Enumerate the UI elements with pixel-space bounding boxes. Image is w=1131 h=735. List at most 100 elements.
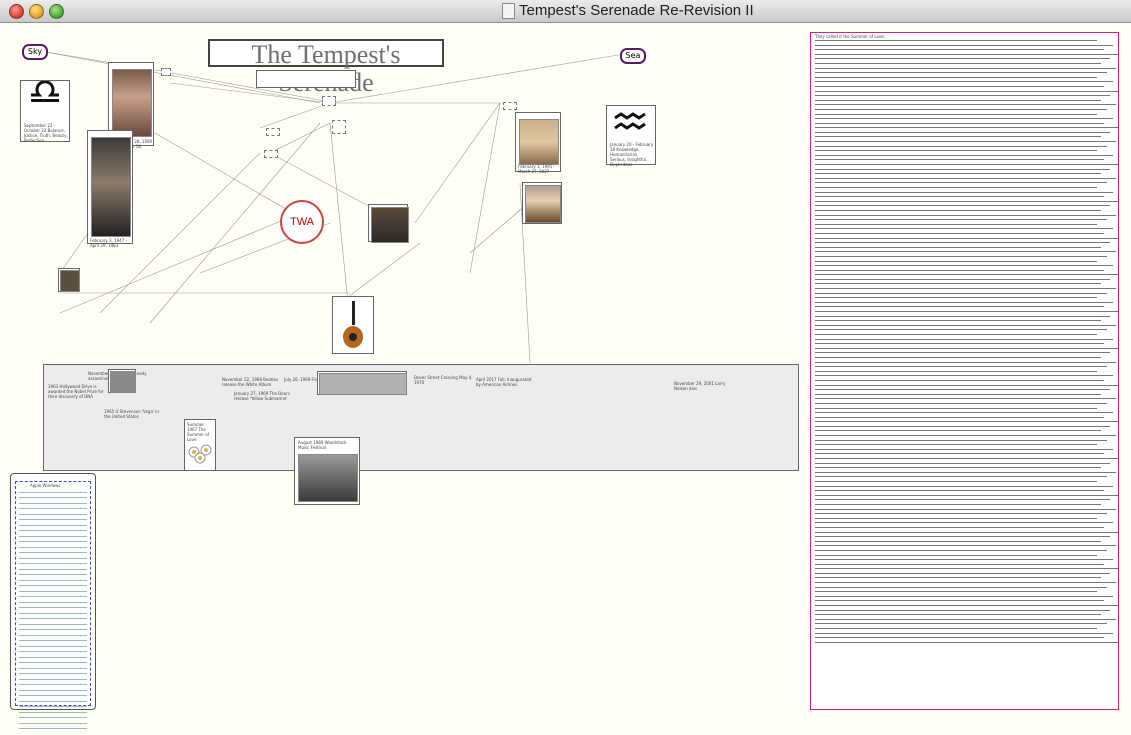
sea-oval[interactable]: Sea	[620, 48, 646, 64]
sidebar-window-item[interactable]	[19, 532, 87, 537]
guitar-card[interactable]	[332, 296, 374, 354]
musician-photo	[60, 270, 80, 292]
rockstar-photo	[525, 185, 561, 223]
sidebar-window-item[interactable]	[19, 697, 87, 702]
photo-card-rockstar[interactable]	[522, 182, 562, 224]
sidebar-window-item[interactable]	[19, 527, 87, 531]
notes-first-line: They called it the Summer of Love.	[815, 34, 886, 39]
sidebar-window-item[interactable]	[19, 505, 87, 509]
photo-caption: February 3, 1947 - April 29, 1983	[90, 238, 127, 248]
sidebar-window-item[interactable]	[19, 499, 87, 504]
photo-card-musician[interactable]	[58, 268, 80, 292]
libra-caption: September 23 - October 22 Balance, Justi…	[24, 123, 68, 143]
sidebar-window-item[interactable]	[19, 620, 87, 625]
sidebar-window-item[interactable]	[19, 653, 87, 658]
sidebar-window-item[interactable]	[19, 571, 87, 575]
sidebar-window-item[interactable]	[19, 631, 87, 636]
photo-card-woman-2[interactable]: February 3, 1995 - March 27, 2027	[515, 112, 561, 174]
sidebar-window-item[interactable]	[19, 708, 87, 713]
sidebar-window-item[interactable]	[19, 582, 87, 586]
aquarius-icon	[614, 112, 646, 130]
label-box[interactable]	[264, 150, 278, 158]
event-label: January 27, 1969 The Doors release 'Yell…	[234, 391, 290, 401]
timeline-panel[interactable]: November 22, 1963 Kennedy assassinated 1…	[43, 364, 799, 505]
notes-text-panel[interactable]: They called it the Summer of Love.	[810, 32, 1119, 710]
sidebar-window-item[interactable]	[19, 516, 87, 520]
event-card-woodstock[interactable]: August 1969 Woodstock Music Festival	[294, 437, 360, 505]
flowers-icon	[188, 444, 212, 464]
main-title[interactable]: The Tempest's Serenade	[208, 39, 444, 97]
document-icon	[502, 3, 515, 19]
info-note[interactable]	[256, 70, 356, 88]
sidebar-window-item[interactable]	[19, 664, 87, 669]
label-box[interactable]	[503, 102, 517, 110]
close-button[interactable]	[9, 4, 24, 19]
sidebar-window-item[interactable]	[19, 565, 87, 570]
sidebar-window-item[interactable]	[19, 659, 87, 663]
label-box[interactable]	[161, 68, 171, 76]
label-box[interactable]	[332, 120, 346, 134]
sidebar-window-item[interactable]	[19, 609, 87, 614]
sidebar-window-item[interactable]	[19, 549, 87, 553]
sidebar-window-item[interactable]	[19, 675, 87, 680]
sidebar-window-item[interactable]	[19, 554, 87, 559]
sidebar-window-item[interactable]	[19, 670, 87, 674]
photo-card-man[interactable]: February 3, 1947 - April 29, 1983	[87, 130, 133, 248]
label-box[interactable]	[322, 96, 336, 106]
sidebar-window-item[interactable]	[19, 703, 87, 707]
sidebar-window-item[interactable]	[19, 686, 87, 691]
sidebar-title: Apple Windows	[30, 483, 61, 488]
sidebar-window-item[interactable]	[19, 494, 87, 498]
sidebar-window-item[interactable]	[19, 604, 87, 608]
sidebar-window-item[interactable]	[19, 615, 87, 619]
sidebar-window-item[interactable]	[19, 598, 87, 603]
photo-card-car[interactable]	[368, 204, 409, 243]
sidebar-window-item[interactable]	[19, 538, 87, 542]
event-photo[interactable]	[108, 369, 136, 393]
sidebar-window-item[interactable]	[19, 637, 87, 641]
event-label: April 2017 Fall, Inaugurated by American…	[476, 377, 532, 387]
event-photo[interactable]	[317, 371, 407, 395]
sidebar-window-item[interactable]	[19, 560, 87, 564]
sidebar-window-item[interactable]	[19, 521, 87, 526]
event-label: Summer 1967 The Summer of Love	[187, 422, 210, 442]
sidebar-window-item[interactable]	[19, 714, 87, 718]
minimize-button[interactable]	[29, 4, 44, 19]
sidebar-window-item[interactable]	[19, 488, 87, 493]
sidebar-window-item[interactable]	[19, 626, 87, 630]
sidebar-window-item[interactable]	[19, 576, 87, 581]
app-window: Tempest's Serenade Re-Revision II The Te…	[0, 0, 1131, 735]
sidebar-window-item[interactable]	[19, 642, 87, 647]
title-bar: Tempest's Serenade Re-Revision II	[0, 0, 1131, 23]
sidebar-window-item[interactable]	[19, 692, 87, 696]
sidebar-window-item[interactable]	[19, 510, 87, 515]
label-box[interactable]	[266, 128, 280, 136]
text-line	[815, 639, 1118, 645]
portrait-photo	[91, 137, 131, 237]
event-label: November 29, 2001 Larry Nelson dies	[674, 381, 726, 391]
sidebar-window-item[interactable]	[19, 725, 87, 729]
sidebar-window-item[interactable]	[19, 719, 87, 724]
windows-list[interactable]: Apple Windows	[15, 481, 91, 729]
guitar-icon	[343, 301, 363, 348]
twa-logo[interactable]: TWA	[280, 200, 324, 244]
sidebar-window-item[interactable]	[19, 543, 87, 548]
libra-card[interactable]: September 23 - October 22 Balance, Justi…	[20, 80, 70, 143]
portrait-photo	[112, 69, 152, 137]
event-label: Dover Street Crossing May 4, 1970	[414, 375, 473, 385]
windows-sidebar[interactable]: Apple Windows	[10, 473, 96, 729]
sky-oval[interactable]: Sky	[22, 44, 48, 60]
sidebar-items	[16, 488, 90, 729]
event-label: 1965 U Stevenson 'Vega' in the United St…	[104, 409, 159, 419]
sidebar-window-item[interactable]	[19, 681, 87, 685]
event-label: 1963 Hollywood Drive is awarded the Nobe…	[48, 384, 104, 399]
event-photo-image	[319, 373, 407, 395]
zoom-button[interactable]	[49, 4, 64, 19]
sidebar-window-item[interactable]	[19, 587, 87, 592]
photo-caption: February 3, 1995 - March 27, 2027	[518, 164, 555, 174]
event-card-summer-of-love[interactable]: Summer 1967 The Summer of Love	[184, 419, 216, 471]
aquarius-card[interactable]: January 20 - February 18 Knowledge, Huma…	[606, 105, 656, 167]
sidebar-window-item[interactable]	[19, 593, 87, 597]
sidebar-window-item[interactable]	[19, 648, 87, 652]
portrait-photo	[519, 119, 559, 165]
